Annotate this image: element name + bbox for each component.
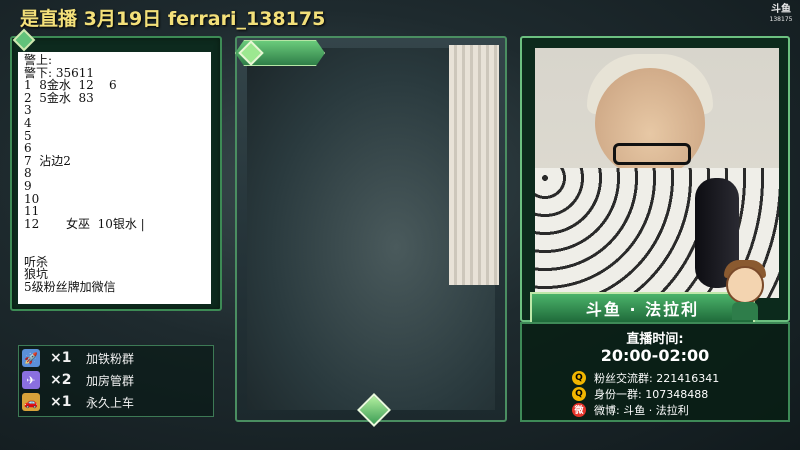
notes-line: 听杀	[24, 254, 49, 269]
notes-line: 狼坑	[24, 267, 49, 282]
car-icon: 🚗	[22, 393, 40, 411]
notes-line: 11	[24, 204, 40, 219]
notes-line: 7 沾边2	[24, 153, 71, 168]
notes-line: 1 8金水 12 6	[24, 78, 117, 93]
streamer-glasses	[613, 143, 691, 165]
reward-qty: ×2	[50, 372, 72, 388]
weibo-icon: 微	[572, 402, 586, 417]
rocket-icon: 🚀	[22, 349, 40, 367]
notes-line: 警上:	[24, 53, 53, 67]
contact-text: 身份一群: 107348488	[594, 387, 709, 401]
contact-row: Q 身份一群: 107348488	[572, 386, 708, 401]
notes-line: 8	[24, 166, 32, 181]
notes-line: 10	[24, 191, 40, 206]
mascot-avatar	[720, 258, 770, 320]
curtain-strip	[449, 45, 499, 285]
logo-text: 斗鱼	[771, 4, 791, 15]
notes-line: 4	[24, 115, 32, 130]
notes-line: 12 女巫 10银水 |	[24, 216, 145, 231]
reward-qty: ×1	[50, 394, 72, 410]
contact-text: 粉丝交流群: 221416341	[594, 371, 720, 385]
notes-line	[24, 230, 211, 243]
contact-text: 微博: 斗鱼 · 法拉利	[594, 403, 689, 417]
stream-title: 是直播 3月19日 ferrari_138175	[20, 8, 326, 30]
notes-panel: 警上: 警下: 35611 1 8金水 12 6 2 5金水 83 3 4 5 …	[18, 52, 211, 304]
mascot-body	[732, 302, 758, 320]
live-time-value: 20:00-02:00	[600, 346, 710, 365]
notes-line: 2 5金水 83	[24, 90, 94, 105]
notes-line: 5级粉丝牌加微信	[24, 279, 116, 294]
notes-line: 3	[24, 103, 32, 118]
reward-desc: 加铁粉群	[86, 351, 135, 366]
game-tab-ornament	[235, 40, 325, 66]
live-time-label: 直播时间:	[626, 332, 684, 347]
notes-line	[24, 243, 211, 256]
contact-row: 微 微博: 斗鱼 · 法拉利	[572, 402, 689, 417]
reward-desc: 加房管群	[86, 373, 135, 388]
reward-row: ✈ ×2 加房管群	[22, 370, 134, 390]
reward-qty: ×1	[50, 350, 72, 366]
notes-line: 6	[24, 141, 32, 156]
logo-room-id: 138175	[769, 16, 793, 23]
notes-line: 9	[24, 178, 32, 193]
plane-icon: ✈	[22, 371, 40, 389]
mascot-face	[726, 266, 764, 304]
notes-line: 5	[24, 128, 32, 143]
reward-desc: 永久上车	[86, 395, 135, 410]
frame-gem-icon	[238, 40, 264, 66]
reward-row: 🚗 ×1 永久上车	[22, 392, 134, 412]
douyu-logo: 斗鱼 138175	[766, 4, 796, 28]
qq-icon: Q	[572, 370, 586, 385]
qq-icon: Q	[572, 386, 586, 401]
frame-gem-icon	[12, 28, 36, 52]
reward-row: 🚀 ×1 加铁粉群	[22, 348, 134, 368]
streamer-name: 斗鱼 · 法拉利	[585, 300, 700, 319]
contact-row: Q 粉丝交流群: 221416341	[572, 370, 719, 385]
